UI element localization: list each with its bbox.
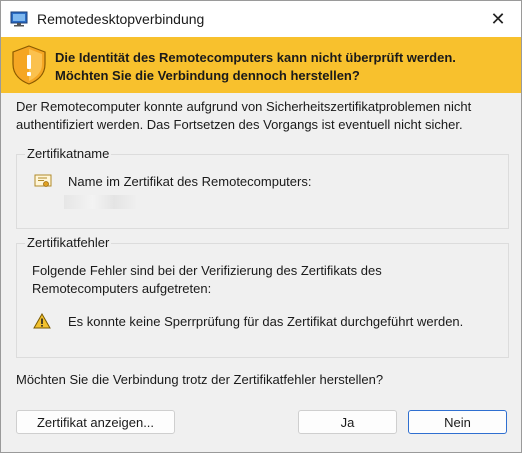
warning-triangle-icon [33, 313, 51, 329]
window-title: Remotedesktopverbindung [37, 11, 205, 27]
yes-button[interactable]: Ja [298, 410, 397, 434]
title-bar: Remotedesktopverbindung ✕ [1, 1, 521, 37]
banner-line-2: Möchten Sie die Verbindung dennoch herst… [55, 68, 360, 83]
no-button[interactable]: Nein [408, 410, 507, 434]
certificate-errors-group: Zertifikatfehler Folgende Fehler sind be… [16, 235, 509, 358]
errors-intro-line-2: Remotecomputers aufgetreten: [32, 281, 212, 296]
close-icon: ✕ [490, 8, 506, 29]
description-line-2: authentifiziert werden. Das Fortsetzen d… [16, 117, 463, 132]
redacted-computer-name [64, 195, 136, 209]
certificate-errors-title: Zertifikatfehler [25, 235, 112, 250]
warning-shield-icon [12, 45, 46, 85]
certificate-icon [34, 174, 52, 187]
warning-banner: Die Identität des Remotecomputers kann n… [1, 37, 521, 93]
confirmation-question: Möchten Sie die Verbindung trotz der Zer… [16, 372, 384, 387]
remote-desktop-icon [10, 11, 28, 27]
errors-intro-line-1: Folgende Fehler sind bei der Verifizieru… [32, 263, 382, 278]
certificate-name-group: Zertifikatname Name im Zertifikat des Re… [16, 146, 509, 229]
close-button[interactable]: ✕ [475, 1, 521, 37]
certificate-name-title: Zertifikatname [25, 146, 112, 161]
error-message: Es konnte keine Sperrprüfung für das Zer… [68, 314, 464, 329]
view-certificate-button[interactable]: Zertifikat anzeigen... [16, 410, 175, 434]
description-line-1: Der Remotecomputer konnte aufgrund von S… [16, 99, 472, 114]
banner-line-1: Die Identität des Remotecomputers kann n… [55, 50, 456, 65]
certificate-name-label: Name im Zertifikat des Remotecomputers: [68, 174, 312, 189]
dialog-window: Remotedesktopverbindung ✕ Die Identität … [0, 0, 522, 453]
